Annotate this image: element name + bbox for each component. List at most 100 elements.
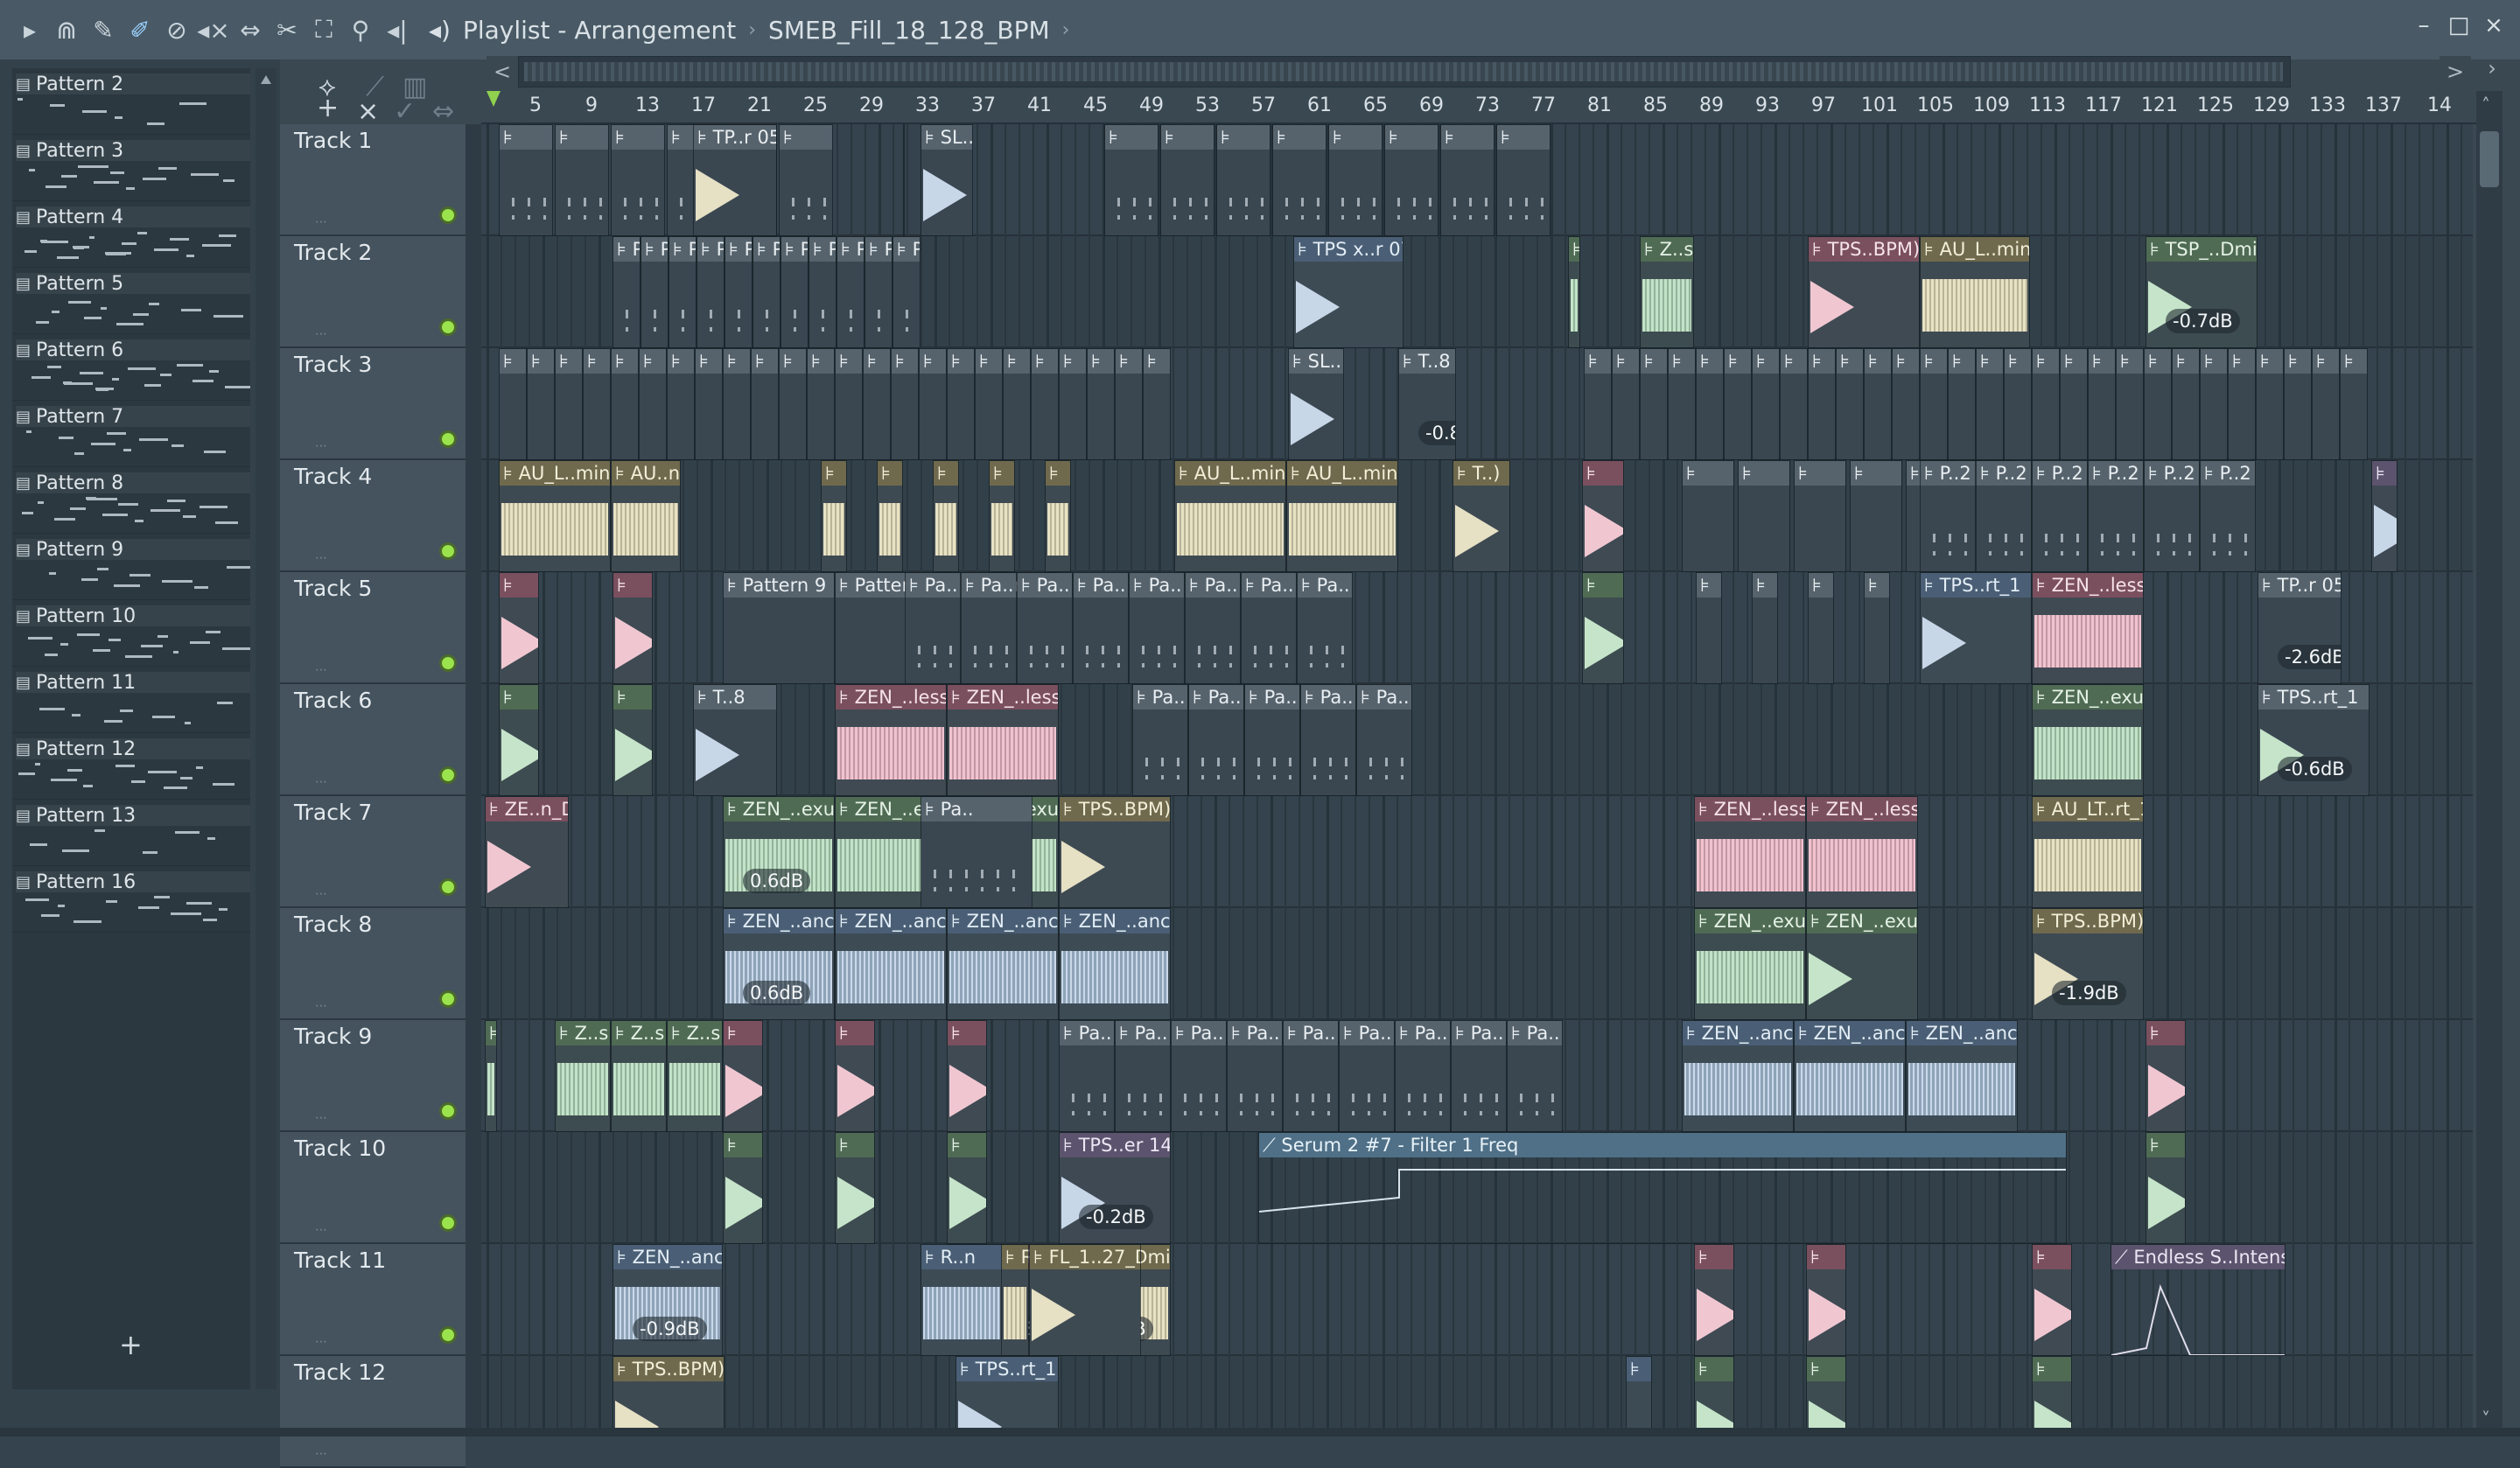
add-track-button[interactable]: + bbox=[317, 93, 339, 123]
pencil-icon[interactable]: ✎ bbox=[86, 12, 121, 47]
scroll-thumb[interactable] bbox=[2480, 131, 2499, 187]
track-name[interactable]: Track 2 bbox=[294, 240, 372, 265]
playlist-clip[interactable]: ⊧ AU..n bbox=[611, 460, 681, 572]
minimize-button[interactable]: – bbox=[2406, 12, 2441, 47]
speaker-icon[interactable]: ◂) bbox=[429, 16, 451, 45]
playlist-clip[interactable]: ⊧ bbox=[1668, 348, 1696, 460]
pattern-item[interactable]: ▤ Pattern 5 bbox=[12, 268, 250, 334]
playlist-clip[interactable]: ⊧ bbox=[1694, 1244, 1734, 1356]
picker-scrollbar[interactable] bbox=[256, 68, 276, 1389]
playlist-clip[interactable]: ⊧ TPS..BPM) bbox=[1808, 236, 1920, 348]
playlist-clip[interactable]: ⊧ bbox=[835, 1020, 875, 1132]
playlist-clip[interactable]: ⊧ bbox=[947, 1132, 987, 1244]
track-header[interactable]: Track 8 ⋯ bbox=[280, 908, 466, 1020]
playlist-clip[interactable]: ⊧ bbox=[2116, 348, 2144, 460]
playlist-clip[interactable]: ⊧ Pa.. bbox=[1300, 684, 1356, 796]
playlist-clip[interactable]: ⊧ bbox=[2256, 348, 2284, 460]
playlist-clip[interactable]: ⊧ SL.. bbox=[1288, 348, 1344, 460]
playlist-clip[interactable]: ⊧ bbox=[2144, 348, 2172, 460]
track-name[interactable]: Track 7 bbox=[294, 800, 372, 825]
track-mute-toggle[interactable] bbox=[439, 766, 457, 784]
pattern-item[interactable]: ▤ Pattern 10 bbox=[12, 600, 250, 667]
playlist-clip[interactable]: ⊧ bbox=[723, 1020, 763, 1132]
playlist-clip[interactable]: ⊧ bbox=[863, 348, 891, 460]
paint-brush-icon[interactable]: ✐ bbox=[122, 12, 158, 47]
playlist-clip[interactable]: ⊧ bbox=[1272, 124, 1326, 236]
playlist-clip[interactable]: ⊧ Pa.. bbox=[1129, 572, 1185, 684]
playlist-clip[interactable]: ⊧ bbox=[611, 348, 639, 460]
track-resize-handle[interactable]: ⋯ bbox=[315, 775, 327, 789]
playlist-clip[interactable]: ⊧ TP..r 05 -2.6dB bbox=[2258, 572, 2342, 684]
playlist-clip[interactable]: ⊧ Pa.. bbox=[1395, 1020, 1451, 1132]
playlist-clip[interactable]: ⊧ bbox=[1892, 348, 1920, 460]
track-resize-handle[interactable]: ⋯ bbox=[315, 215, 327, 229]
playlist-clip[interactable]: ⊧ bbox=[1808, 572, 1834, 684]
playlist-clip[interactable]: ⊧ bbox=[989, 460, 1015, 572]
playlist-clip[interactable]: ⊧ bbox=[1440, 124, 1494, 236]
playlist-clip[interactable]: ⊧ Z..s bbox=[667, 1020, 723, 1132]
playlist-clip[interactable]: ⊧ ZEN_..exus 0.6dB bbox=[723, 796, 835, 908]
playlist-clip[interactable]: ⊧ bbox=[611, 124, 665, 236]
playlist-clip[interactable]: ⊧ ZEN_..less bbox=[835, 684, 947, 796]
playlist-clip[interactable]: ⊧ P..2 bbox=[892, 236, 920, 348]
playlist-clip[interactable]: ⊧ bbox=[2146, 1132, 2186, 1244]
playlist-grid[interactable]: ⊧⊧⊧⊧⊧⊧⊧⊧ TP..r 05⊧ SL..⊧⊧⊧⊧⊧⊧⊧⊧⊧ P..2⊧ P… bbox=[481, 124, 2473, 1437]
playlist-clip[interactable]: ⊧ bbox=[1160, 124, 1214, 236]
playlist-clip[interactable]: ⊧ bbox=[499, 124, 553, 236]
playlist-clip[interactable]: ⊧ ZEN_..less bbox=[1694, 796, 1806, 908]
playlist-clip[interactable]: ⊧ bbox=[612, 572, 653, 684]
track-name[interactable]: Track 8 bbox=[294, 912, 372, 937]
playlist-clip[interactable]: ⊧ P..2 bbox=[2200, 460, 2256, 572]
playlist-clip[interactable]: ⊧ bbox=[1045, 460, 1071, 572]
track-resize-handle[interactable]: ⋯ bbox=[315, 551, 327, 565]
overview-right-button[interactable]: > bbox=[2440, 56, 2471, 87]
track-name[interactable]: Track 9 bbox=[294, 1024, 372, 1049]
playlist-clip[interactable]: ⊧ bbox=[2032, 1244, 2072, 1356]
track-resize-handle[interactable]: ⋯ bbox=[315, 1223, 327, 1237]
playlist-clip[interactable]: ⊧ bbox=[1626, 1356, 1652, 1437]
close-tool-icon[interactable]: × bbox=[357, 96, 379, 127]
playlist-clip[interactable]: ⊧ Pa.. bbox=[1283, 1020, 1339, 1132]
pattern-item[interactable]: ▤ Pattern 2 bbox=[12, 68, 250, 135]
playlist-clip[interactable]: ⊧ AU_L..min bbox=[1286, 460, 1398, 572]
playlist-clip[interactable]: ⊧ TPS..rt_1 bbox=[1920, 572, 2032, 684]
playlist-clip[interactable]: ⊧ R..n bbox=[1001, 1244, 1029, 1356]
playlist-clip[interactable]: ⊧ bbox=[807, 348, 835, 460]
add-pattern-button[interactable]: + bbox=[119, 1328, 143, 1361]
playlist-clip[interactable]: ⊧ bbox=[583, 348, 611, 460]
playlist-clip[interactable]: ⊧ Pa.. bbox=[1185, 572, 1241, 684]
playlist-clip[interactable]: ⊧ Z..s bbox=[555, 1020, 611, 1132]
playlist-clip[interactable]: ⊧ bbox=[1752, 572, 1778, 684]
playlist-clip[interactable]: ⊧ ZEN_..less bbox=[947, 684, 1059, 796]
playlist-clip[interactable]: ⊧ ZEN_..exus bbox=[1694, 908, 1806, 1020]
playlist-clip[interactable]: ⊧ bbox=[2146, 1020, 2186, 1132]
playlist-clip[interactable]: ⊧ Pa.. bbox=[1339, 1020, 1395, 1132]
playlist-clip[interactable]: ⊧ bbox=[2004, 348, 2032, 460]
track-name[interactable]: Track 11 bbox=[294, 1248, 386, 1273]
playlist-clip[interactable]: ⊧ bbox=[485, 1020, 497, 1132]
playlist-clip[interactable]: ⊧ T..8 -0.8dB bbox=[1398, 348, 1456, 460]
playlist-clip[interactable]: ⊧ bbox=[1948, 348, 1976, 460]
playlist-clip[interactable]: ⊧ bbox=[751, 348, 779, 460]
track-header[interactable]: Track 5 ⋯ bbox=[280, 572, 466, 684]
playlist-clip[interactable]: ⊧ TPS..BPM) bbox=[1059, 796, 1171, 908]
track-header[interactable]: Track 12 ⋯ bbox=[280, 1356, 466, 1468]
track-name[interactable]: Track 6 bbox=[294, 688, 372, 713]
playlist-clip[interactable]: ⊧ P..2 bbox=[1920, 460, 1976, 572]
playlist-clip[interactable]: ⊧ Pa.. bbox=[1059, 1020, 1115, 1132]
playlist-clip[interactable]: ⊧ bbox=[779, 348, 807, 460]
playlist-clip[interactable]: ⊧ bbox=[1696, 572, 1722, 684]
playlist-clip[interactable]: ⊧ Pa.. bbox=[961, 572, 1017, 684]
overview-left-button[interactable]: < bbox=[486, 56, 518, 87]
playlist-clip[interactable]: ⊧ bbox=[1143, 348, 1171, 460]
check-icon[interactable]: ✓ bbox=[394, 96, 416, 127]
track-mute-toggle[interactable] bbox=[439, 318, 457, 336]
playlist-clip[interactable]: ⊧ T..8 bbox=[693, 684, 777, 796]
playlist-clip[interactable]: ⊧ bbox=[1682, 460, 1734, 572]
playlist-clip[interactable]: ⊧ bbox=[2172, 348, 2200, 460]
automation-clip[interactable]: ⟋ Endless S..Intensit bbox=[2110, 1244, 2286, 1356]
track-header[interactable]: Track 4 ⋯ bbox=[280, 460, 466, 572]
track-mute-toggle[interactable] bbox=[439, 654, 457, 672]
track-header[interactable]: Track 11 ⋯ bbox=[280, 1244, 466, 1356]
playlist-clip[interactable]: ⊧ R..n bbox=[920, 1244, 1003, 1356]
